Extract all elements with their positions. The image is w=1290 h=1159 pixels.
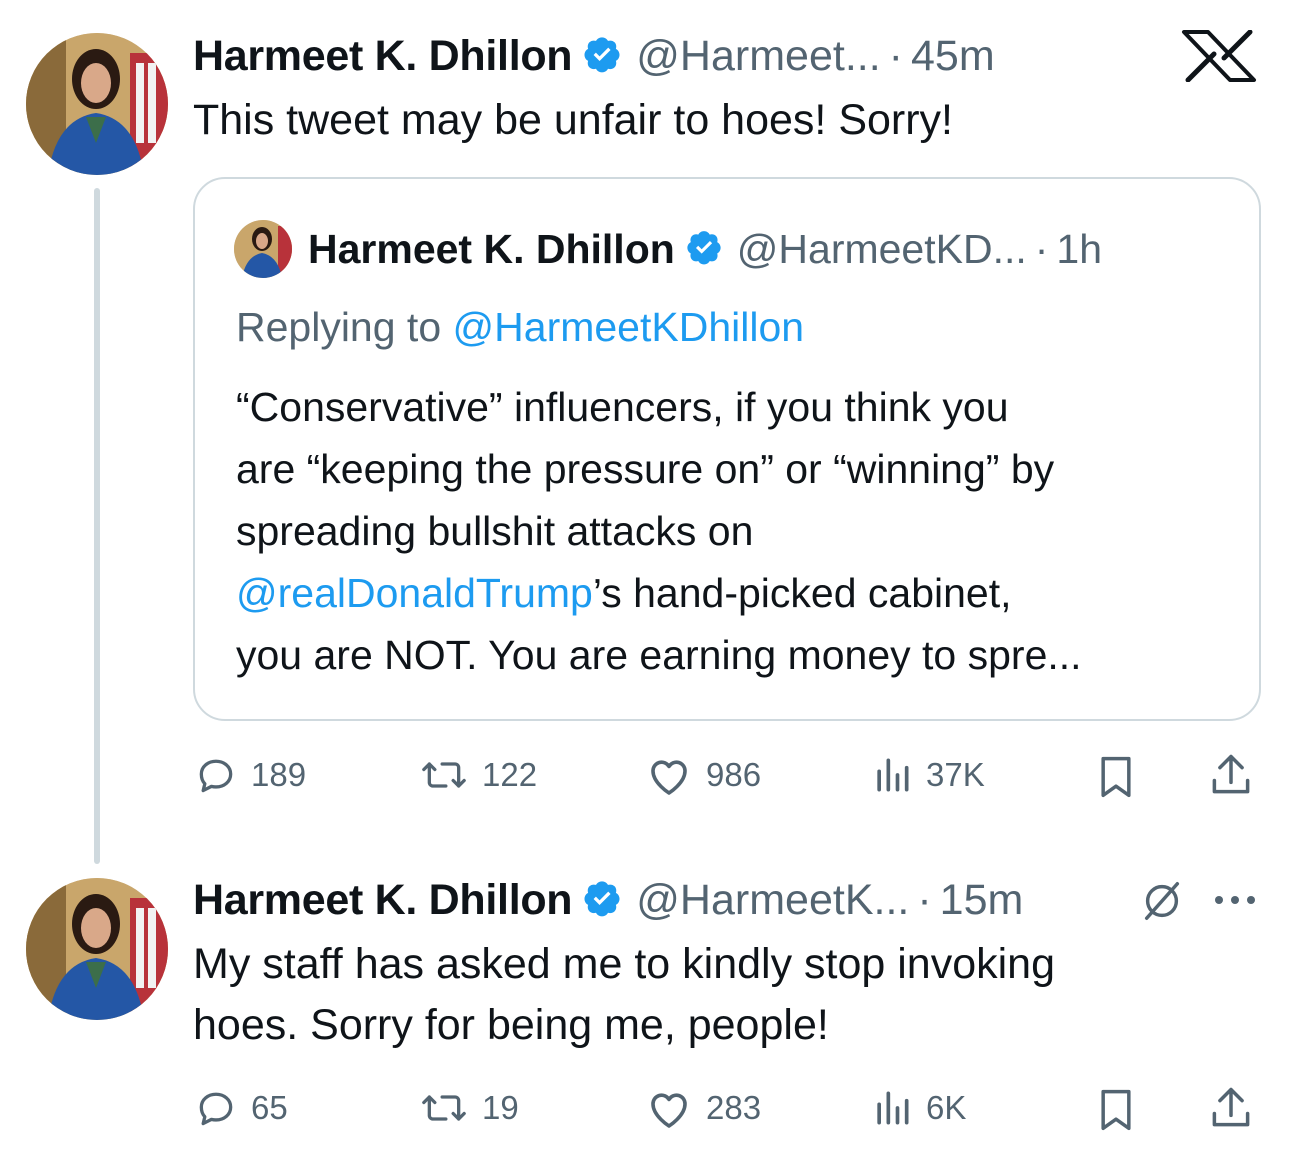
reply-button[interactable]: 65 bbox=[193, 1086, 288, 1130]
view-count: 37K bbox=[926, 756, 985, 793]
separator-dot: · bbox=[1034, 225, 1049, 272]
quoted-tweet-text: “Conservative” influencers, if you think… bbox=[236, 376, 1246, 686]
verified-badge-icon bbox=[582, 34, 622, 79]
quoted-author-name[interactable]: Harmeet K. Dhillon bbox=[308, 226, 675, 273]
quoted-text-line: @realDonaldTrump’s hand-picked cabinet, bbox=[236, 562, 1246, 624]
bookmark-icon bbox=[1101, 756, 1131, 798]
bookmark-button[interactable] bbox=[1094, 753, 1138, 801]
repost-button[interactable]: 19 bbox=[418, 1086, 519, 1130]
reply-count: 65 bbox=[251, 1089, 288, 1126]
profile-photo bbox=[26, 878, 168, 1020]
separator-dot: · bbox=[917, 875, 932, 924]
x-logo-icon bbox=[1180, 29, 1258, 87]
separator-dot: · bbox=[888, 31, 903, 80]
verified-badge-icon bbox=[685, 228, 723, 271]
timestamp[interactable]: 45m bbox=[911, 32, 995, 81]
tweet-text: This tweet may be unfair to hoes! Sorry! bbox=[193, 96, 953, 144]
analytics-icon bbox=[877, 1091, 909, 1125]
quoted-text-line: you are NOT. You are earning money to sp… bbox=[236, 632, 1082, 678]
quoted-header: Harmeet K. Dhillon @HarmeetKD... · 1h bbox=[308, 219, 1102, 279]
repost-count: 19 bbox=[482, 1089, 519, 1126]
quoted-text-line: “Conservative” influencers, if you think… bbox=[236, 384, 1009, 430]
views-button[interactable]: 37K bbox=[870, 753, 985, 797]
author-handle[interactable]: @Harmeet... bbox=[636, 32, 880, 81]
tweet-text-line: My staff has asked me to kindly stop inv… bbox=[193, 940, 1056, 988]
share-button[interactable] bbox=[1208, 751, 1254, 799]
share-icon bbox=[1212, 754, 1250, 794]
views-button[interactable]: 6K bbox=[870, 1086, 966, 1130]
replying-to: Replying to @HarmeetKDhillon bbox=[236, 304, 804, 351]
quoted-timestamp[interactable]: 1h bbox=[1056, 226, 1102, 273]
bookmark-icon bbox=[1101, 1089, 1131, 1131]
tweet-header: Harmeet K. Dhillon @HarmeetK... · 15m bbox=[193, 870, 1023, 930]
thread-line bbox=[94, 188, 100, 864]
more-options-icon[interactable] bbox=[1213, 890, 1257, 915]
like-button[interactable]: 986 bbox=[644, 753, 761, 797]
heart-icon bbox=[651, 1093, 687, 1128]
tweet-text-line: hoes. Sorry for being me, people! bbox=[193, 1001, 829, 1049]
replying-to-handle-link[interactable]: @HarmeetKDhillon bbox=[453, 304, 805, 350]
reply-count: 189 bbox=[251, 756, 307, 793]
grok-icon[interactable] bbox=[1138, 878, 1186, 929]
repost-icon bbox=[422, 762, 466, 788]
like-count: 283 bbox=[706, 1089, 762, 1126]
quoted-text-line: are “keeping the pressure on” or “winnin… bbox=[236, 446, 1055, 492]
repost-button[interactable]: 122 bbox=[418, 753, 537, 797]
bookmark-button[interactable] bbox=[1094, 1086, 1138, 1134]
author-name[interactable]: Harmeet K. Dhillon bbox=[193, 876, 573, 925]
author-name[interactable]: Harmeet K. Dhillon bbox=[193, 32, 573, 81]
share-icon bbox=[1212, 1087, 1250, 1127]
quoted-avatar bbox=[234, 220, 292, 278]
timestamp[interactable]: 15m bbox=[940, 876, 1024, 925]
quoted-text-line: spreading bullshit attacks on bbox=[236, 508, 754, 554]
analytics-icon bbox=[877, 758, 909, 792]
profile-photo bbox=[26, 33, 168, 175]
quoted-text-fragment: ’s hand-picked cabinet, bbox=[592, 570, 1012, 616]
like-button[interactable]: 283 bbox=[644, 1086, 761, 1130]
repost-count: 122 bbox=[482, 756, 538, 793]
like-count: 986 bbox=[706, 756, 762, 793]
tweet-header: Harmeet K. Dhillon @Harmeet... · 45m bbox=[193, 26, 995, 86]
avatar[interactable] bbox=[26, 33, 168, 175]
replying-to-label: Replying to bbox=[236, 304, 442, 350]
quoted-author-handle[interactable]: @HarmeetKD... bbox=[737, 226, 1027, 273]
author-handle[interactable]: @HarmeetK... bbox=[636, 876, 909, 925]
verified-badge-icon bbox=[582, 878, 622, 923]
repost-icon bbox=[422, 1095, 466, 1121]
reply-icon bbox=[199, 759, 233, 793]
profile-photo bbox=[234, 220, 292, 278]
view-count: 6K bbox=[926, 1089, 967, 1126]
avatar[interactable] bbox=[26, 878, 168, 1020]
mention-link[interactable]: @realDonaldTrump bbox=[236, 570, 593, 616]
reply-icon bbox=[199, 1092, 233, 1126]
reply-button[interactable]: 189 bbox=[193, 753, 306, 797]
share-button[interactable] bbox=[1208, 1084, 1254, 1132]
heart-icon bbox=[651, 760, 687, 795]
tweet-text: My staff has asked me to kindly stop inv… bbox=[193, 934, 1055, 1056]
